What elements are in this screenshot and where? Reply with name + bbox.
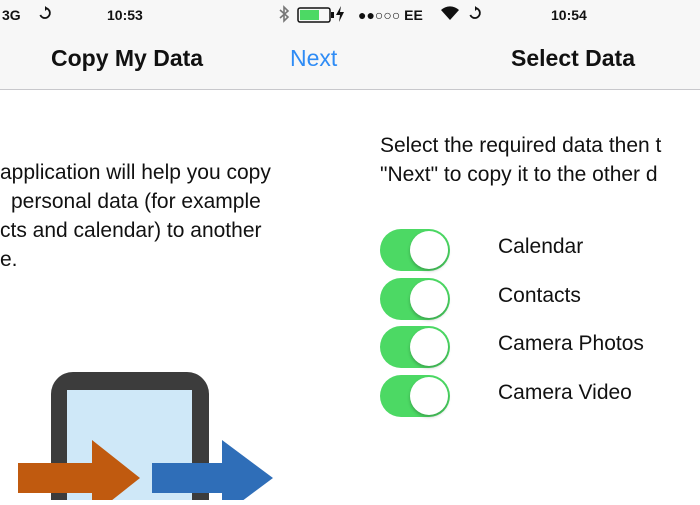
intro-text: application will help you copy personal … (0, 158, 271, 274)
page-title-select-data: Select Data (511, 45, 636, 71)
transfer-illustration (0, 360, 300, 505)
intro-line-1: application will help you copy (0, 161, 271, 184)
camera-photos-toggle[interactable] (380, 326, 450, 368)
navigation-bar: Copy My Data Next Select Data (0, 30, 700, 90)
status-time-left: 10:53 (107, 7, 143, 23)
instruction-text: Select the required data then t "Next" t… (380, 131, 661, 189)
status-bar: 3G 10:53 ●●○○○ EE 10:54 (0, 0, 700, 30)
contacts-label: Contacts (498, 284, 581, 307)
sync-icon (468, 6, 482, 25)
camera-video-label: Camera Video (498, 381, 632, 404)
page-title-copy-my-data: Copy My Data (51, 45, 204, 71)
phone-transfer-icon (18, 372, 273, 505)
calendar-label: Calendar (498, 235, 584, 258)
sync-icon (38, 6, 52, 25)
intro-line-2: personal data (for example (11, 190, 261, 213)
calendar-toggle[interactable] (380, 229, 450, 271)
toggle-knob (410, 328, 448, 366)
instruction-line-2: "Next" to copy it to the other d (380, 163, 658, 186)
contacts-toggle[interactable] (380, 278, 450, 320)
network-type: 3G (2, 7, 21, 23)
carrier-signal: ●●○○○ EE (358, 7, 423, 23)
toggle-knob (410, 280, 448, 318)
intro-line-3: cts and calendar) to another (0, 219, 262, 242)
next-button[interactable]: Next (290, 45, 337, 72)
toggle-knob (410, 377, 448, 415)
intro-line-4: e. (0, 248, 18, 271)
toggle-knob (410, 231, 448, 269)
charging-bolt-icon (336, 6, 344, 25)
wifi-icon (440, 5, 460, 24)
instruction-line-1: Select the required data then t (380, 134, 662, 157)
battery-icon (297, 7, 335, 26)
camera-video-toggle[interactable] (380, 375, 450, 417)
status-time-right: 10:54 (551, 7, 587, 23)
camera-photos-label: Camera Photos (498, 332, 644, 355)
bluetooth-icon (278, 5, 290, 26)
